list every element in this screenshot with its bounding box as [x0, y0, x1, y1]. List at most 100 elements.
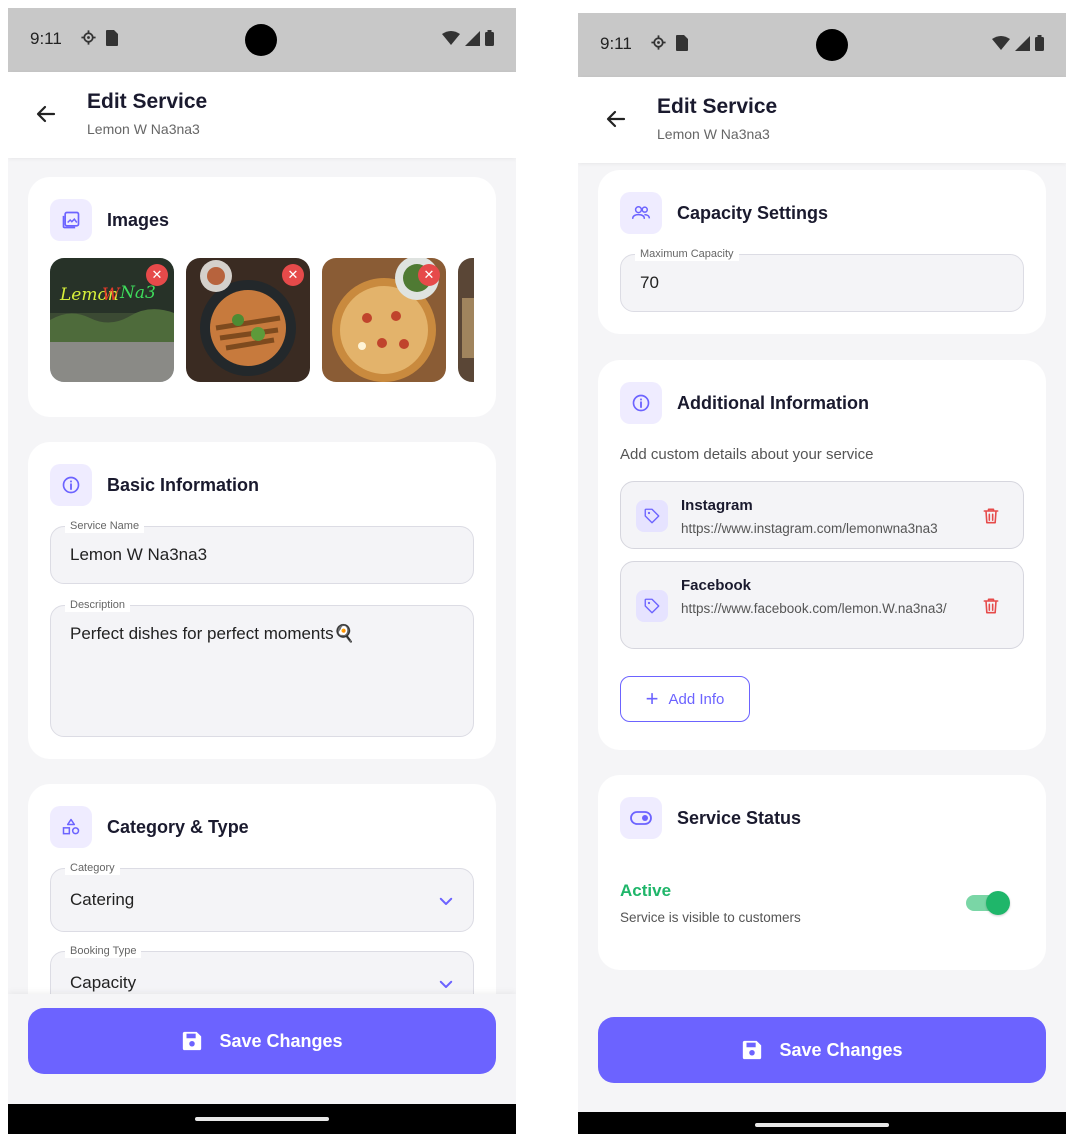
- service-image-thumb[interactable]: Lemon W Na3 ✕: [50, 258, 174, 382]
- svg-text:Na3: Na3: [119, 283, 156, 303]
- status-bar: 9:11: [578, 13, 1066, 77]
- info-icon: [620, 382, 662, 424]
- battery-icon: [485, 30, 494, 46]
- info-item[interactable]: Facebook https://www.facebook.com/lemon.…: [620, 561, 1024, 649]
- service-image-thumb[interactable]: [458, 258, 474, 382]
- camera-cutout: [816, 29, 848, 61]
- image-icon: [50, 199, 92, 241]
- plus-icon: +: [645, 686, 659, 711]
- info-item-value: https://www.facebook.com/lemon.W.na3na3/: [681, 601, 947, 616]
- capacity-card: Capacity Settings Maximum Capacity 70: [598, 170, 1046, 334]
- chevron-down-icon[interactable]: [437, 892, 455, 910]
- service-image-thumb[interactable]: ✕: [322, 258, 446, 382]
- category-label: Category: [65, 861, 120, 875]
- info-item-title: Instagram: [681, 497, 753, 514]
- remove-image-icon[interactable]: ✕: [146, 264, 168, 286]
- service-status-card: Service Status Active Service is visible…: [598, 775, 1046, 970]
- basic-info-title: Basic Information: [107, 474, 260, 495]
- sim-card-icon: [676, 34, 688, 51]
- page-subtitle: Lemon W Na3na3: [87, 121, 200, 137]
- status-time: 9:11: [30, 29, 62, 48]
- status-right-icons: [442, 30, 494, 46]
- service-name-label: Service Name: [65, 519, 145, 533]
- shapes-icon: [50, 806, 92, 848]
- category-value: Catering: [70, 890, 135, 909]
- page-title: Edit Service: [657, 95, 778, 118]
- status-right-icons: [992, 35, 1044, 51]
- system-nav-bar: [8, 1104, 516, 1134]
- settings-status-icon: [81, 30, 96, 45]
- page-title: Edit Service: [87, 90, 208, 113]
- users-icon: [620, 192, 662, 234]
- sim-card-icon: [106, 29, 118, 46]
- booking-type-label: Booking Type: [65, 944, 142, 958]
- capacity-header: Capacity Settings: [620, 192, 828, 234]
- signal-icon: [1015, 35, 1030, 51]
- images-title: Images: [107, 209, 170, 230]
- category-select[interactable]: Category Catering: [50, 861, 474, 932]
- additional-info-header: Additional Information: [620, 382, 869, 424]
- booking-type-value: Capacity: [70, 973, 137, 992]
- app-bar: Edit Service Lemon W Na3na3: [8, 72, 516, 158]
- service-image-thumb[interactable]: ✕: [186, 258, 310, 382]
- additional-info-hint: Add custom details about your service: [620, 446, 874, 463]
- chevron-down-icon[interactable]: [437, 975, 455, 993]
- wifi-icon: [992, 36, 1010, 50]
- images-card-header: Images: [50, 199, 169, 241]
- home-gesture-pill[interactable]: [755, 1123, 889, 1127]
- back-arrow-icon[interactable]: [604, 107, 628, 131]
- tag-icon: [636, 500, 668, 532]
- save-changes-button[interactable]: Save Changes: [28, 1008, 496, 1074]
- status-time: 9:11: [600, 34, 632, 53]
- save-changes-label: Save Changes: [219, 1030, 343, 1051]
- service-name-value: Lemon W Na3na3: [70, 545, 208, 564]
- info-item[interactable]: Instagram https://www.instagram.com/lemo…: [620, 481, 1024, 549]
- category-type-header: Category & Type: [50, 806, 249, 848]
- back-arrow-icon[interactable]: [34, 102, 58, 126]
- category-type-title: Category & Type: [107, 816, 249, 837]
- status-state: Active: [620, 881, 672, 900]
- add-info-label: Add Info: [668, 690, 725, 708]
- description-value: Perfect dishes for perfect moments🍳: [70, 624, 355, 643]
- app-bar: Edit Service Lemon W Na3na3: [578, 77, 1066, 163]
- camera-cutout: [245, 24, 277, 56]
- additional-info-title: Additional Information: [677, 392, 869, 413]
- home-gesture-pill[interactable]: [195, 1117, 329, 1121]
- service-name-field[interactable]: Service Name Lemon W Na3na3: [50, 519, 474, 584]
- service-status-header: Service Status: [620, 797, 801, 839]
- max-capacity-value: 70: [640, 273, 659, 292]
- battery-icon: [1035, 35, 1044, 51]
- save-changes-button[interactable]: Save Changes: [598, 1017, 1046, 1083]
- images-card: Images Lemon W Na3 ✕ ✕ ✕: [28, 177, 496, 417]
- basic-info-card: Basic Information Service Name Lemon W N…: [28, 442, 496, 759]
- trash-icon[interactable]: [981, 506, 1001, 526]
- info-item-title: Facebook: [681, 577, 752, 594]
- toggle-knob: [986, 891, 1010, 915]
- info-icon: [50, 464, 92, 506]
- phone-screen-left: 9:11 Edit Service Lemon W Na3na3 Images …: [8, 8, 516, 1134]
- page-subtitle: Lemon W Na3na3: [657, 126, 770, 142]
- status-description: Service is visible to customers: [620, 910, 801, 925]
- save-changes-label: Save Changes: [779, 1039, 903, 1060]
- capacity-title: Capacity Settings: [677, 202, 829, 223]
- floppy-disk-icon: [183, 1031, 202, 1051]
- trash-icon[interactable]: [981, 596, 1001, 616]
- basic-info-header: Basic Information: [50, 464, 259, 506]
- signal-icon: [465, 30, 480, 46]
- settings-status-icon: [651, 35, 666, 50]
- remove-image-icon[interactable]: ✕: [282, 264, 304, 286]
- tag-icon: [636, 590, 668, 622]
- max-capacity-field[interactable]: Maximum Capacity 70: [620, 247, 1024, 312]
- remove-image-icon[interactable]: ✕: [418, 264, 440, 286]
- status-left-icons: [80, 29, 118, 46]
- system-nav-bar: [578, 1112, 1066, 1134]
- status-toggle[interactable]: [966, 891, 1010, 915]
- add-info-button[interactable]: + Add Info: [620, 676, 750, 722]
- floppy-disk-icon: [743, 1040, 762, 1060]
- toggle-icon: [620, 797, 662, 839]
- description-label: Description: [65, 598, 131, 612]
- svg-text:W: W: [102, 285, 121, 305]
- description-field[interactable]: Description Perfect dishes for perfect m…: [50, 598, 474, 737]
- additional-info-card: Additional Information Add custom detail…: [598, 360, 1046, 750]
- status-left-icons: [650, 34, 688, 51]
